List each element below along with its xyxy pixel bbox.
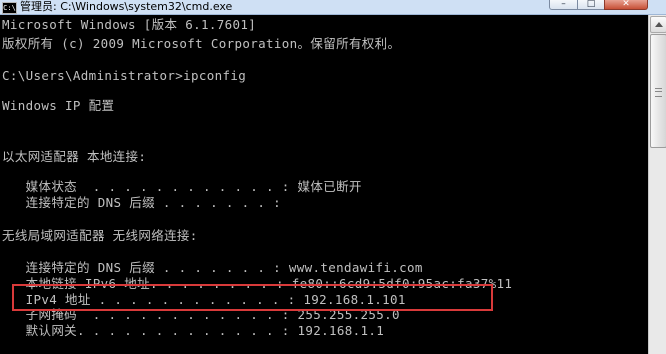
maximize-button[interactable]: □	[577, 0, 605, 10]
console-line: 连接特定的 DNS 后缀 . . . . . . . : www.tendawi…	[2, 260, 423, 275]
vertical-scrollbar[interactable]	[648, 15, 666, 354]
console-line: 默认网关. . . . . . . . . . . . . : 192.168.…	[2, 323, 385, 338]
console-line: 以太网适配器 本地连接:	[2, 149, 147, 164]
cmd-icon: C:\	[2, 2, 17, 14]
console-line: 无线局域网适配器 无线网络连接:	[2, 228, 198, 243]
console-line: 媒体状态 . . . . . . . . . . . . : 媒体已断开	[2, 179, 362, 194]
scroll-up-button[interactable]	[650, 16, 666, 33]
window-title: 管理员: C:\Windows\system32\cmd.exe	[20, 0, 233, 13]
minimize-button[interactable]: –	[549, 0, 578, 10]
console-line: Microsoft Windows [版本 6.1.7601]	[2, 17, 257, 32]
console-line: 版权所有 (c) 2009 Microsoft Corporation。保留所有…	[2, 36, 401, 51]
close-button[interactable]: ✕	[604, 0, 648, 10]
grip-icon	[655, 88, 662, 97]
console-line: Windows IP 配置	[2, 98, 115, 113]
console-line: C:\Users\Administrator>ipconfig	[2, 68, 247, 83]
ipv4-highlight-box	[12, 284, 493, 311]
console-line: 连接特定的 DNS 后缀 . . . . . . . :	[2, 195, 281, 210]
title-bar[interactable]: C:\ 管理员: C:\Windows\system32\cmd.exe – □…	[0, 0, 666, 15]
scroll-thumb[interactable]	[650, 34, 666, 148]
